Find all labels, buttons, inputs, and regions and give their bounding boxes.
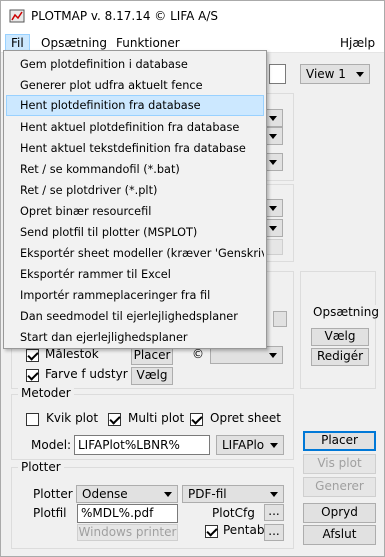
top-input[interactable] (269, 64, 286, 84)
menu-item-opret-resourcefil[interactable]: Opret binær resourcefil (6, 201, 264, 222)
menu-item-hent-aktuel-plotdefinition[interactable]: Hent aktuel plotdefinition fra database (6, 117, 264, 138)
copyright-label: © (192, 347, 204, 361)
kvik-plot-checkbox[interactable] (26, 413, 39, 426)
menu-item-hent-plotdefinition[interactable]: Hent plotdefinition fra database (6, 95, 264, 116)
model-input[interactable]: LIFAPlot%LBNR% (74, 435, 210, 455)
chevron-down-icon (269, 160, 277, 165)
options-combo-small[interactable] (273, 311, 287, 327)
title-bar: PLOTMAP v. 8.17.14 © LIFA A/S (1, 1, 384, 33)
menu-item-eksporter-sheet[interactable]: Eksportér sheet modeller (kræver 'Genskr… (6, 243, 264, 264)
placer-button[interactable]: Placer (303, 431, 376, 451)
chevron-down-icon (356, 72, 364, 77)
model-label: Model: (31, 438, 72, 452)
chevron-down-icon (269, 206, 277, 211)
pentabel-browse-button[interactable]: ... (264, 524, 284, 541)
menu-item-start-ejerlejlighedsplaner[interactable]: Start dan ejerlejlighedsplaner (6, 327, 264, 348)
plotter-select[interactable]: Odense (76, 485, 178, 503)
menu-item-send-plotfil[interactable]: Send plotfil til plotter (MSPLOT) (6, 222, 264, 243)
multi-plot-checkbox[interactable] (108, 413, 121, 426)
file-menu-dropdown: Gem plotdefinition i database Generer pl… (3, 50, 267, 349)
menu-item-importer-rammeplaceringer[interactable]: Importér rammeplaceringer fra fil (6, 285, 264, 306)
menu-item-eksporter-rammer[interactable]: Eksportér rammer til Excel (6, 264, 264, 285)
menu-item-generer-plot[interactable]: Generer plot udfra aktuelt fence (6, 75, 264, 96)
chevron-down-icon (270, 492, 278, 497)
model-select-value: LIFAPlo (222, 438, 265, 452)
vis-plot-button[interactable]: Vis plot (303, 454, 376, 474)
malestok-checkbox[interactable] (26, 349, 39, 362)
vaelg-setup-button[interactable]: Vælg (311, 328, 369, 346)
model-select[interactable]: LIFAPlo (216, 435, 284, 455)
plotcfg-browse-button[interactable]: ... (264, 504, 284, 521)
menu-item-hent-aktuel-tekstdefinition[interactable]: Hent aktuel tekstdefinition fra database (6, 138, 264, 159)
farve-checkbox[interactable] (26, 369, 39, 382)
plotfil-label: Plotfil (33, 506, 67, 520)
farve-label: Farve f udstyr (45, 367, 128, 381)
opret-sheet-label: Opret sheet (210, 411, 281, 425)
chevron-down-icon (164, 492, 172, 497)
multi-plot-label: Multi plot (128, 411, 185, 425)
plotter-label: Plotter (33, 487, 73, 501)
vaelg-color-button[interactable]: Vælg (131, 367, 173, 385)
generer-button[interactable]: Generer (303, 477, 376, 497)
chevron-down-icon (269, 353, 277, 358)
chevron-down-icon (270, 443, 278, 448)
kvik-plot-label: Kvik plot (46, 411, 99, 425)
malestok-label: Målestok (45, 347, 99, 361)
format-select-value: PDF-fil (188, 487, 227, 501)
plotcfg-label: PlotCfg (212, 506, 255, 520)
chevron-down-icon (269, 116, 277, 121)
menu-item-ret-plotdriver[interactable]: Ret / se plotdriver (*.plt) (6, 180, 264, 201)
view-select-value: View 1 (306, 67, 346, 81)
pentabel-checkbox[interactable] (205, 525, 218, 538)
menu-item-dan-seedmodel[interactable]: Dan seedmodel til ejerlejlighedsplaner (6, 306, 264, 327)
app-icon (9, 9, 25, 23)
rediger-setup-button[interactable]: Redigér (311, 348, 369, 366)
placer-scale-button[interactable]: Placer (131, 347, 173, 365)
menu-item-ret-kommandofil[interactable]: Ret / se kommandofil (*.bat) (6, 159, 264, 180)
menu-hjaelp[interactable]: Hjælp (335, 34, 380, 52)
afslut-button[interactable]: Afslut (303, 525, 376, 545)
plotmap-window: PLOTMAP v. 8.17.14 © LIFA A/S Fil Opsætn… (0, 0, 385, 557)
opryd-button[interactable]: Opryd (303, 503, 376, 523)
chevron-down-icon (269, 134, 277, 139)
menu-item-gem-plotdefinition[interactable]: Gem plotdefinition i database (6, 54, 264, 75)
plotter-select-value: Odense (82, 487, 128, 501)
plotter-title: Plotter (18, 460, 64, 474)
chevron-down-icon (269, 226, 277, 231)
metoder-title: Metoder (18, 386, 74, 400)
window-title: PLOTMAP v. 8.17.14 © LIFA A/S (31, 9, 219, 23)
plotfil-input[interactable]: %MDL%.pdf (77, 504, 178, 523)
view-select[interactable]: View 1 (300, 64, 370, 84)
opsaetning-title: Opsætning (310, 305, 382, 319)
format-select[interactable]: PDF-fil (182, 485, 284, 503)
windows-printer-button[interactable]: Windows printer (77, 524, 178, 541)
opret-sheet-checkbox[interactable] (190, 413, 203, 426)
